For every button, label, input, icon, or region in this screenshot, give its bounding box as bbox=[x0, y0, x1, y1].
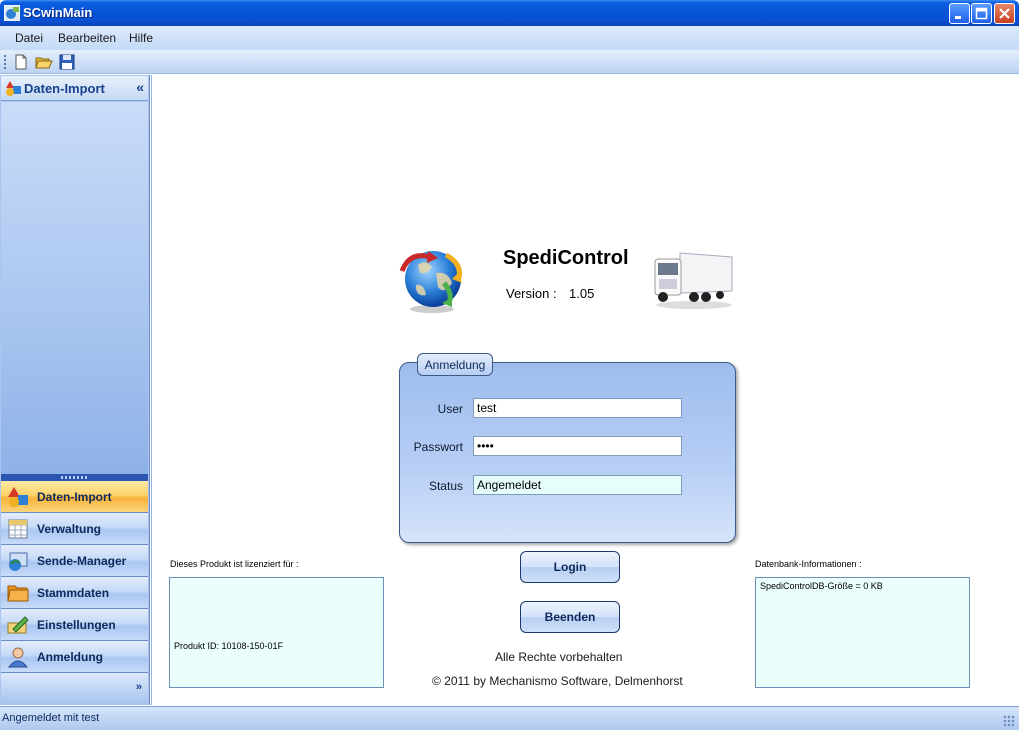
status-field bbox=[473, 475, 682, 495]
password-input[interactable] bbox=[473, 436, 682, 456]
minimize-button[interactable] bbox=[949, 3, 970, 24]
sidebar-splitter[interactable] bbox=[1, 474, 148, 481]
menu-bearbeiten[interactable]: Bearbeiten bbox=[58, 31, 116, 45]
sidebar-item-label: Sende-Manager bbox=[37, 554, 127, 568]
close-icon bbox=[999, 8, 1010, 19]
sidebar-item-label: Daten-Import bbox=[37, 490, 112, 504]
sidebar-panel-body bbox=[1, 102, 148, 474]
sidebar-item-stammdaten[interactable]: Stammdaten bbox=[1, 577, 148, 609]
app-icon bbox=[4, 5, 20, 21]
minimize-icon bbox=[955, 16, 961, 19]
close-button[interactable] bbox=[994, 3, 1015, 24]
user-icon bbox=[7, 647, 29, 668]
sidebar: Daten-Import « Daten-Import Verwaltung S… bbox=[0, 75, 150, 705]
status-bar: Angemeldet mit test bbox=[0, 706, 1019, 730]
sidebar-item-anmeldung[interactable]: Anmeldung bbox=[1, 641, 148, 673]
product-id: Produkt ID: 10108-150-01F bbox=[174, 641, 284, 651]
folder-icon bbox=[7, 585, 29, 602]
exit-button[interactable]: Beenden bbox=[520, 601, 620, 633]
toolbar bbox=[0, 50, 1019, 74]
shapes-icon bbox=[8, 487, 28, 507]
menu-bar: Datei Bearbeiten Hilfe bbox=[0, 26, 1019, 50]
user-input[interactable] bbox=[473, 398, 682, 418]
window-title: SCwinMain bbox=[23, 5, 93, 20]
shapes-icon bbox=[6, 81, 21, 96]
sidebar-item-einstellungen[interactable]: Einstellungen bbox=[1, 609, 148, 641]
save-disk-icon[interactable] bbox=[58, 53, 76, 71]
database-info-label: Datenbank-Informationen : bbox=[755, 559, 862, 569]
toolbar-grip[interactable] bbox=[4, 55, 6, 69]
license-box: Produkt ID: 10108-150-01F bbox=[169, 577, 384, 688]
open-folder-icon[interactable] bbox=[35, 53, 53, 71]
title-bar: SCwinMain bbox=[0, 0, 1019, 26]
splitter-grip-icon bbox=[61, 476, 87, 479]
rights-text: Alle Rechte vorbehalten bbox=[495, 650, 623, 664]
copyright-text: © 2011 by Mechanismo Software, Delmenhor… bbox=[432, 674, 683, 688]
resize-grip-icon[interactable] bbox=[1003, 715, 1015, 727]
status-bar-text: Angemeldet mit test bbox=[2, 712, 100, 724]
database-size: SpediControlDB-Größe = 0 KB bbox=[760, 581, 883, 591]
login-group-title: Anmeldung bbox=[417, 353, 493, 376]
sidebar-footer: » bbox=[1, 673, 148, 704]
login-button[interactable]: Login bbox=[520, 551, 620, 583]
maximize-button[interactable] bbox=[971, 3, 992, 24]
menu-hilfe[interactable]: Hilfe bbox=[129, 31, 153, 45]
sidebar-header-title: Daten-Import bbox=[24, 81, 105, 96]
database-info-box: SpediControlDB-Größe = 0 KB bbox=[755, 577, 970, 688]
settings-pen-icon bbox=[7, 616, 29, 634]
sidebar-item-sende-manager[interactable]: Sende-Manager bbox=[1, 545, 148, 577]
product-name: SpediControl bbox=[503, 247, 629, 269]
sidebar-item-label: Verwaltung bbox=[37, 522, 102, 536]
collapse-sidebar-button[interactable]: « bbox=[136, 79, 144, 95]
sidebar-item-label: Einstellungen bbox=[37, 618, 116, 632]
maximize-icon bbox=[975, 7, 988, 20]
send-manager-icon bbox=[9, 552, 28, 571]
password-label: Passwort bbox=[413, 440, 463, 454]
version-label: Version : bbox=[506, 286, 557, 301]
sidebar-item-label: Anmeldung bbox=[37, 650, 103, 664]
sidebar-item-label: Stammdaten bbox=[37, 586, 110, 600]
user-label: User bbox=[437, 402, 463, 416]
menu-datei[interactable]: Datei bbox=[15, 31, 43, 45]
status-label: Status bbox=[428, 479, 463, 493]
sidebar-item-verwaltung[interactable]: Verwaltung bbox=[1, 513, 148, 545]
more-items-button[interactable]: » bbox=[136, 681, 142, 693]
sidebar-item-daten-import[interactable]: Daten-Import bbox=[1, 481, 148, 513]
new-document-icon[interactable] bbox=[12, 53, 30, 71]
globe-logo-icon bbox=[399, 251, 462, 313]
spreadsheet-icon bbox=[8, 519, 28, 539]
version-value: 1.05 bbox=[569, 286, 595, 301]
sidebar-header: Daten-Import « bbox=[1, 76, 148, 101]
license-label: Dieses Produkt ist lizenziert für : bbox=[170, 559, 299, 569]
truck-image-icon bbox=[654, 252, 733, 309]
